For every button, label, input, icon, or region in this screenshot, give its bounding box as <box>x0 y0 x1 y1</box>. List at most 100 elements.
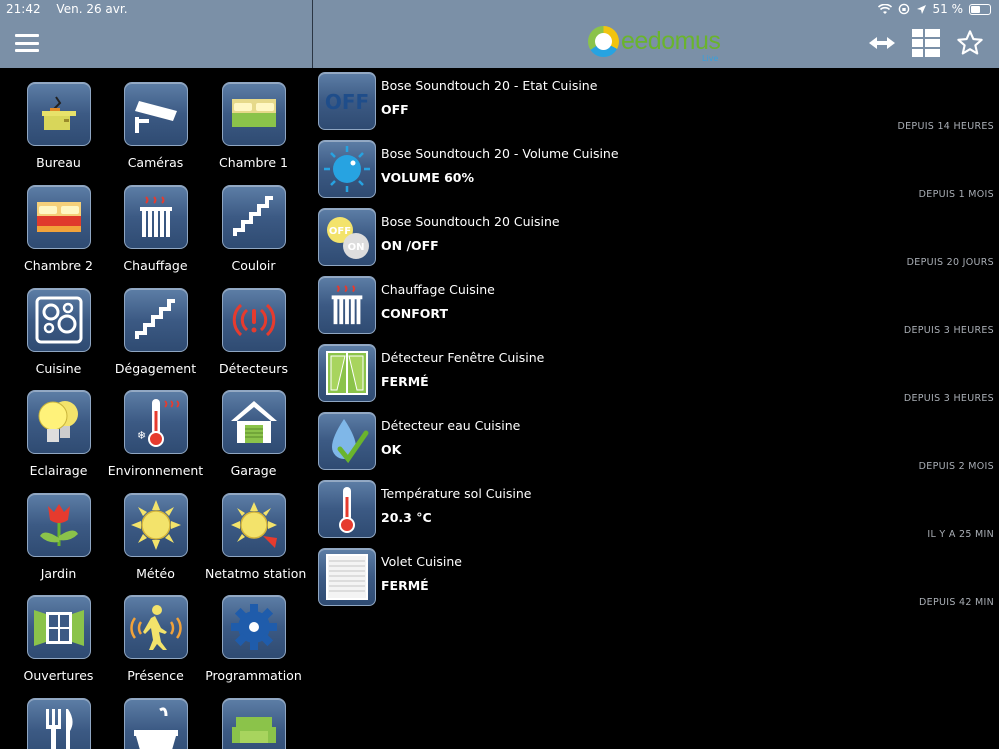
off-icon: OFF <box>318 72 376 130</box>
device-row-volet[interactable]: Volet Cuisine FERMÉ DEPUIS 42 MIN <box>313 544 999 612</box>
device-name: Température sol Cuisine <box>381 486 532 501</box>
device-name: Bose Soundtouch 20 - Etat Cuisine <box>381 78 598 93</box>
thermometer-icon <box>318 480 376 538</box>
cooktop-icon <box>26 288 91 352</box>
room-jardin[interactable]: Jardin <box>10 493 107 581</box>
onoff-icon: OFF ON <box>318 208 376 266</box>
room-label: Netatmo station <box>205 566 307 581</box>
pane-divider <box>312 0 313 68</box>
rooms-grid: Bureau Caméras Chambre 1 Chambre 2 Chauf… <box>0 68 312 749</box>
star-icon[interactable] <box>955 28 985 58</box>
room-cutlery[interactable] <box>10 698 107 749</box>
room-label: Détecteurs <box>219 361 288 376</box>
bulb-icon <box>26 390 91 454</box>
thermometer-icon: ❄ <box>123 390 188 454</box>
device-value: 20.3 °C <box>381 510 432 525</box>
room-bathtub[interactable] <box>107 698 204 749</box>
device-row-temperature[interactable]: Température sol Cuisine 20.3 °C IL Y A 2… <box>313 476 999 544</box>
device-since: IL Y A 25 MIN <box>927 529 994 540</box>
menu-icon[interactable] <box>15 34 39 52</box>
onoff-on-text: ON <box>348 242 365 253</box>
svg-text:❄: ❄ <box>137 429 146 442</box>
room-degagement[interactable]: Dégagement <box>107 288 204 376</box>
device-value: VOLUME 60% <box>381 170 474 185</box>
stairs-icon <box>221 185 286 249</box>
room-label: Jardin <box>40 566 77 581</box>
window-icon <box>26 595 91 659</box>
room-garage[interactable]: Garage <box>205 390 302 478</box>
device-name: Bose Soundtouch 20 Cuisine <box>381 214 560 229</box>
header-actions <box>867 28 985 58</box>
device-name: Bose Soundtouch 20 - Volume Cuisine <box>381 146 619 161</box>
logo-ring-icon <box>588 26 619 57</box>
room-netatmo-station[interactable]: Netatmo station <box>205 493 307 581</box>
device-list: OFF Bose Soundtouch 20 - Etat Cuisine OF… <box>313 68 999 749</box>
device-value: OFF <box>381 102 409 117</box>
status-time: 21:42 <box>6 2 41 16</box>
room-detecteurs[interactable]: Détecteurs <box>205 288 302 376</box>
knob-icon <box>318 140 376 198</box>
device-row-eau[interactable]: Détecteur eau Cuisine OK DEPUIS 2 MOIS <box>313 408 999 476</box>
device-row-chauffage[interactable]: Chauffage Cuisine CONFORT DEPUIS 3 HEURE… <box>313 272 999 340</box>
room-chambre-1[interactable]: Chambre 1 <box>205 82 302 170</box>
window-closed-icon <box>318 344 376 402</box>
device-name: Détecteur eau Cuisine <box>381 418 521 433</box>
battery-percent: 51 % <box>932 2 964 16</box>
device-since: DEPUIS 20 JOURS <box>906 257 994 268</box>
room-label: Couloir <box>231 258 276 273</box>
room-couloir[interactable]: Couloir <box>205 185 302 273</box>
device-row-bose-onoff[interactable]: OFF ON Bose Soundtouch 20 Cuisine ON /OFF… <box>313 204 999 272</box>
room-environnement[interactable]: ❄ Environnement <box>107 390 204 478</box>
stairs-icon <box>123 288 188 352</box>
desk-icon <box>26 82 91 146</box>
eedomus-logo: eedomus Live <box>588 26 721 63</box>
sun-icon <box>123 493 188 557</box>
room-chambre-2[interactable]: Chambre 2 <box>10 185 107 273</box>
layout-grid-icon[interactable] <box>911 28 941 58</box>
wifi-icon <box>877 3 892 14</box>
logo-live: Live <box>702 54 719 63</box>
room-programmation[interactable]: Programmation <box>205 595 302 683</box>
room-meteo[interactable]: Météo <box>107 493 204 581</box>
device-name: Chauffage Cuisine <box>381 282 495 297</box>
device-name: Détecteur Fenêtre Cuisine <box>381 350 545 365</box>
device-value: CONFORT <box>381 306 449 321</box>
cutlery-icon <box>26 698 91 749</box>
room-label: Caméras <box>127 155 184 170</box>
garage-icon <box>221 390 286 454</box>
device-value: FERMÉ <box>381 374 429 389</box>
room-label: Bureau <box>36 155 81 170</box>
room-bureau[interactable]: Bureau <box>10 82 107 170</box>
location-icon <box>916 4 926 14</box>
flower-icon <box>26 493 91 557</box>
room-label: Présence <box>127 668 184 683</box>
room-ouvertures[interactable]: Ouvertures <box>10 595 107 683</box>
room-label: Météo <box>136 566 175 581</box>
device-since: DEPUIS 14 HEURES <box>897 121 994 132</box>
room-eclairage[interactable]: Eclairage <box>10 390 107 478</box>
person-icon <box>123 595 188 659</box>
room-label: Chauffage <box>123 258 188 273</box>
device-row-bose-volume[interactable]: Bose Soundtouch 20 - Volume Cuisine VOLU… <box>313 136 999 204</box>
device-value: ON /OFF <box>381 238 439 253</box>
room-label: Environnement <box>107 463 204 478</box>
room-chauffage[interactable]: Chauffage <box>107 185 204 273</box>
room-sofa[interactable] <box>205 698 302 749</box>
device-value: OK <box>381 442 402 457</box>
device-value: FERMÉ <box>381 578 429 593</box>
gear-icon <box>221 595 286 659</box>
swap-arrows-icon[interactable] <box>867 28 897 58</box>
radiator-icon <box>318 276 376 334</box>
device-row-bose-etat[interactable]: OFF Bose Soundtouch 20 - Etat Cuisine OF… <box>313 68 999 136</box>
device-row-fenetre[interactable]: Détecteur Fenêtre Cuisine FERMÉ DEPUIS 3… <box>313 340 999 408</box>
room-label: Chambre 2 <box>24 258 93 273</box>
sun-station-icon <box>221 493 286 557</box>
sofa-icon <box>221 698 286 749</box>
room-presence[interactable]: Présence <box>107 595 204 683</box>
room-cameras[interactable]: Caméras <box>107 82 204 170</box>
device-name: Volet Cuisine <box>381 554 462 569</box>
device-since: DEPUIS 42 MIN <box>919 597 994 608</box>
top-bar: 21:42 Ven. 26 avr. 51 % eedomus Live <box>0 0 999 68</box>
device-since: DEPUIS 3 HEURES <box>903 325 994 336</box>
room-cuisine[interactable]: Cuisine <box>10 288 107 376</box>
